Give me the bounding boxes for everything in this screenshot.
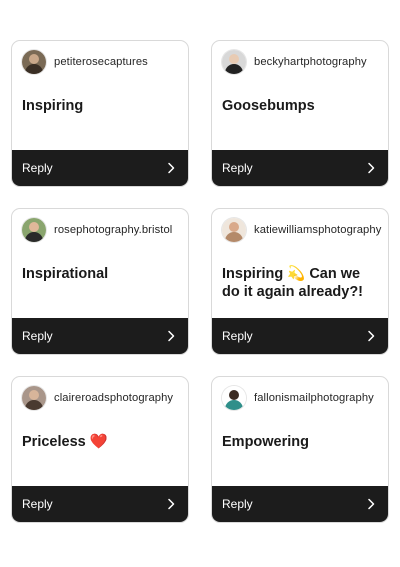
comment-card: claireroadsphotography Priceless ❤️ Reply	[11, 376, 189, 523]
username[interactable]: katiewilliamsphotography	[254, 224, 381, 236]
comment-header: beckyhartphotography	[222, 49, 382, 75]
username[interactable]: claireroadsphotography	[54, 392, 173, 404]
comment-message: Inspirational	[22, 265, 180, 283]
avatar[interactable]	[22, 50, 46, 74]
heart-icon: ❤️	[89, 434, 108, 450]
reply-label: Reply	[222, 497, 253, 511]
chevron-right-icon	[168, 498, 175, 510]
chevron-right-icon	[368, 330, 375, 342]
comment-grid: petiterosecaptures Inspiring Reply becky…	[0, 0, 400, 567]
reply-label: Reply	[22, 161, 53, 175]
comment-header: fallonismailphotography	[222, 385, 382, 411]
username[interactable]: beckyhartphotography	[254, 56, 367, 68]
reply-button[interactable]: Reply	[12, 486, 188, 522]
comment-card: fallonismailphotography Empowering Reply	[211, 376, 389, 523]
comment-header: petiterosecaptures	[22, 49, 182, 75]
avatar[interactable]	[222, 218, 246, 242]
reply-button[interactable]: Reply	[12, 150, 188, 186]
comment-text: Inspirational	[22, 266, 109, 282]
comment-header: claireroadsphotography	[22, 385, 182, 411]
avatar[interactable]	[222, 386, 246, 410]
comment-message: Priceless ❤️	[22, 433, 180, 451]
reply-label: Reply	[22, 329, 53, 343]
comment-card: katiewilliamsphotography Inspiring 💫 Can…	[211, 208, 389, 355]
comment-card: petiterosecaptures Inspiring Reply	[11, 40, 189, 187]
chevron-right-icon	[168, 330, 175, 342]
comment-header: katiewilliamsphotography	[222, 217, 382, 243]
username[interactable]: fallonismailphotography	[254, 392, 374, 404]
comment-text: Inspiring	[22, 98, 84, 114]
reply-label: Reply	[22, 497, 53, 511]
chevron-right-icon	[168, 162, 175, 174]
username[interactable]: petiterosecaptures	[54, 56, 148, 68]
avatar[interactable]	[22, 218, 46, 242]
comment-card: beckyhartphotography Goosebumps Reply	[211, 40, 389, 187]
avatar[interactable]	[22, 386, 46, 410]
comment-message: Goosebumps	[222, 97, 380, 115]
comment-header: rosephotography.bristol	[22, 217, 182, 243]
comment-text: Goosebumps	[222, 98, 315, 114]
reply-button[interactable]: Reply	[212, 318, 388, 354]
username[interactable]: rosephotography.bristol	[54, 224, 172, 236]
reply-label: Reply	[222, 329, 253, 343]
comment-message: Empowering	[222, 433, 380, 451]
comment-text: Priceless	[22, 434, 86, 450]
comment-message: Inspiring 💫 Can we do it again already?!	[222, 265, 380, 301]
chevron-right-icon	[368, 162, 375, 174]
reply-button[interactable]: Reply	[212, 150, 388, 186]
comment-text: Inspiring 💫 Can we do it again already?!	[222, 266, 363, 300]
avatar[interactable]	[222, 50, 246, 74]
chevron-right-icon	[368, 498, 375, 510]
reply-button[interactable]: Reply	[212, 486, 388, 522]
reply-button[interactable]: Reply	[12, 318, 188, 354]
reply-label: Reply	[222, 161, 253, 175]
comment-text: Empowering	[222, 434, 310, 450]
comment-card: rosephotography.bristol Inspirational Re…	[11, 208, 189, 355]
comment-message: Inspiring	[22, 97, 180, 115]
